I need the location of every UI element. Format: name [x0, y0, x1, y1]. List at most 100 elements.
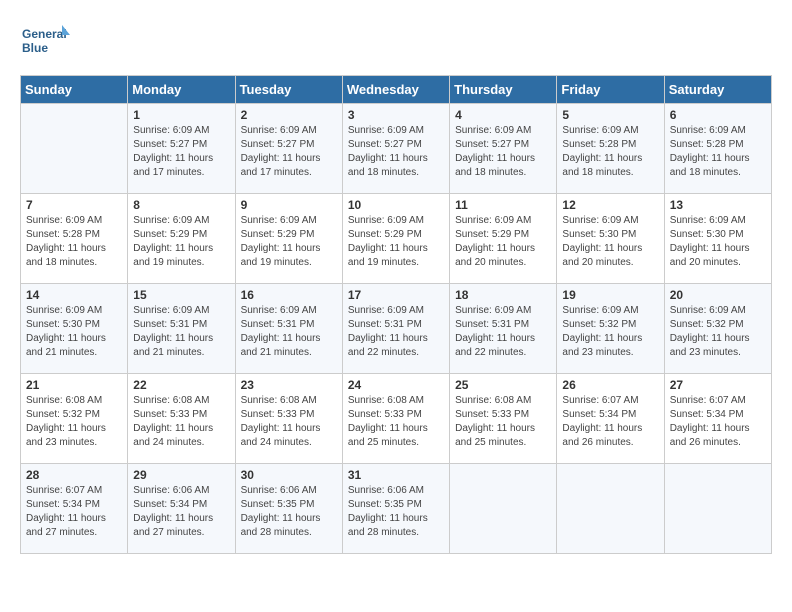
column-header-thursday: Thursday: [450, 76, 557, 104]
day-info: Sunrise: 6:06 AM Sunset: 5:34 PM Dayligh…: [133, 484, 229, 540]
calendar-cell: 30 Sunrise: 6:06 AM Sunset: 5:35 PM Dayli…: [235, 464, 342, 554]
day-number: 8: [133, 198, 229, 212]
day-info: Sunrise: 6:06 AM Sunset: 5:35 PM Dayligh…: [241, 484, 337, 540]
day-info: Sunrise: 6:08 AM Sunset: 5:33 PM Dayligh…: [455, 394, 551, 450]
calendar-cell: 13 Sunrise: 6:09 AM Sunset: 5:30 PM Dayli…: [664, 194, 771, 284]
day-number: 6: [670, 108, 766, 122]
calendar-cell: 24Sunrise: 6:08 AM Sunset: 5:33 PM Dayli…: [342, 374, 449, 464]
calendar-cell: 20 Sunrise: 6:09 AM Sunset: 5:32 PM Dayli…: [664, 284, 771, 374]
calendar-header-row: SundayMondayTuesdayWednesdayThursdayFrid…: [21, 76, 772, 104]
day-info: Sunrise: 6:09 AM Sunset: 5:30 PM Dayligh…: [26, 304, 122, 360]
day-info: Sunrise: 6:09 AM Sunset: 5:29 PM Dayligh…: [133, 214, 229, 270]
column-header-tuesday: Tuesday: [235, 76, 342, 104]
day-number: 22: [133, 378, 229, 392]
day-number: 11: [455, 198, 551, 212]
day-info: Sunrise: 6:09 AM Sunset: 5:27 PM Dayligh…: [241, 124, 337, 180]
day-number: 9: [241, 198, 337, 212]
calendar-week-row: 7 Sunrise: 6:09 AM Sunset: 5:28 PM Daylig…: [21, 194, 772, 284]
calendar-cell: 15 Sunrise: 6:09 AM Sunset: 5:31 PM Dayli…: [128, 284, 235, 374]
column-header-monday: Monday: [128, 76, 235, 104]
day-number: 18: [455, 288, 551, 302]
day-info: Sunrise: 6:09 AM Sunset: 5:27 PM Dayligh…: [133, 124, 229, 180]
svg-text:Blue: Blue: [22, 41, 48, 55]
day-number: 14: [26, 288, 122, 302]
calendar-cell: 12 Sunrise: 6:09 AM Sunset: 5:30 PM Dayli…: [557, 194, 664, 284]
day-number: 16: [241, 288, 337, 302]
calendar-cell: 23 Sunrise: 6:08 AM Sunset: 5:33 PM Dayli…: [235, 374, 342, 464]
column-header-saturday: Saturday: [664, 76, 771, 104]
day-info: Sunrise: 6:09 AM Sunset: 5:31 PM Dayligh…: [348, 304, 444, 360]
calendar-cell: 25 Sunrise: 6:08 AM Sunset: 5:33 PM Dayli…: [450, 374, 557, 464]
day-number: 12: [562, 198, 658, 212]
day-info: Sunrise: 6:09 AM Sunset: 5:30 PM Dayligh…: [562, 214, 658, 270]
day-number: 31: [348, 468, 444, 482]
calendar-cell: 5 Sunrise: 6:09 AM Sunset: 5:28 PM Daylig…: [557, 104, 664, 194]
day-number: 27: [670, 378, 766, 392]
calendar-cell: 11 Sunrise: 6:09 AM Sunset: 5:29 PM Dayli…: [450, 194, 557, 284]
column-header-sunday: Sunday: [21, 76, 128, 104]
day-number: 26: [562, 378, 658, 392]
calendar-week-row: 28 Sunrise: 6:07 AM Sunset: 5:34 PM Dayli…: [21, 464, 772, 554]
day-number: 10: [348, 198, 444, 212]
calendar-cell: 22 Sunrise: 6:08 AM Sunset: 5:33 PM Dayli…: [128, 374, 235, 464]
day-info: Sunrise: 6:09 AM Sunset: 5:27 PM Dayligh…: [455, 124, 551, 180]
calendar-cell: 2 Sunrise: 6:09 AM Sunset: 5:27 PM Daylig…: [235, 104, 342, 194]
day-number: 15: [133, 288, 229, 302]
day-number: 19: [562, 288, 658, 302]
day-info: Sunrise: 6:07 AM Sunset: 5:34 PM Dayligh…: [670, 394, 766, 450]
day-info: Sunrise: 6:09 AM Sunset: 5:28 PM Dayligh…: [670, 124, 766, 180]
day-number: 28: [26, 468, 122, 482]
day-info: Sunrise: 6:09 AM Sunset: 5:29 PM Dayligh…: [455, 214, 551, 270]
day-number: 25: [455, 378, 551, 392]
calendar-cell: 3 Sunrise: 6:09 AM Sunset: 5:27 PM Daylig…: [342, 104, 449, 194]
day-number: 20: [670, 288, 766, 302]
day-number: 13: [670, 198, 766, 212]
day-info: Sunrise: 6:09 AM Sunset: 5:29 PM Dayligh…: [241, 214, 337, 270]
day-info: Sunrise: 6:09 AM Sunset: 5:28 PM Dayligh…: [26, 214, 122, 270]
calendar-cell: 26Sunrise: 6:07 AM Sunset: 5:34 PM Dayli…: [557, 374, 664, 464]
day-info: Sunrise: 6:09 AM Sunset: 5:27 PM Dayligh…: [348, 124, 444, 180]
day-number: 5: [562, 108, 658, 122]
calendar-cell: [21, 104, 128, 194]
calendar-cell: 31Sunrise: 6:06 AM Sunset: 5:35 PM Dayli…: [342, 464, 449, 554]
calendar-cell: 8 Sunrise: 6:09 AM Sunset: 5:29 PM Daylig…: [128, 194, 235, 284]
day-number: 3: [348, 108, 444, 122]
day-info: Sunrise: 6:09 AM Sunset: 5:31 PM Dayligh…: [133, 304, 229, 360]
calendar-cell: [450, 464, 557, 554]
day-number: 23: [241, 378, 337, 392]
calendar-week-row: 1 Sunrise: 6:09 AM Sunset: 5:27 PM Daylig…: [21, 104, 772, 194]
day-info: Sunrise: 6:09 AM Sunset: 5:29 PM Dayligh…: [348, 214, 444, 270]
day-number: 30: [241, 468, 337, 482]
day-number: 2: [241, 108, 337, 122]
logo-svg: General Blue: [20, 20, 70, 65]
day-number: 7: [26, 198, 122, 212]
day-info: Sunrise: 6:09 AM Sunset: 5:32 PM Dayligh…: [670, 304, 766, 360]
calendar-table: SundayMondayTuesdayWednesdayThursdayFrid…: [20, 75, 772, 554]
calendar-cell: 27 Sunrise: 6:07 AM Sunset: 5:34 PM Dayli…: [664, 374, 771, 464]
logo: General Blue: [20, 20, 70, 65]
calendar-cell: 7 Sunrise: 6:09 AM Sunset: 5:28 PM Daylig…: [21, 194, 128, 284]
calendar-cell: 6 Sunrise: 6:09 AM Sunset: 5:28 PM Daylig…: [664, 104, 771, 194]
calendar-cell: 1 Sunrise: 6:09 AM Sunset: 5:27 PM Daylig…: [128, 104, 235, 194]
calendar-cell: [664, 464, 771, 554]
column-header-wednesday: Wednesday: [342, 76, 449, 104]
calendar-cell: 4 Sunrise: 6:09 AM Sunset: 5:27 PM Daylig…: [450, 104, 557, 194]
day-info: Sunrise: 6:09 AM Sunset: 5:30 PM Dayligh…: [670, 214, 766, 270]
day-info: Sunrise: 6:09 AM Sunset: 5:32 PM Dayligh…: [562, 304, 658, 360]
calendar-cell: 10 Sunrise: 6:09 AM Sunset: 5:29 PM Dayli…: [342, 194, 449, 284]
svg-text:General: General: [22, 27, 67, 41]
day-number: 4: [455, 108, 551, 122]
calendar-cell: 18 Sunrise: 6:09 AM Sunset: 5:31 PM Dayli…: [450, 284, 557, 374]
day-number: 1: [133, 108, 229, 122]
calendar-week-row: 21Sunrise: 6:08 AM Sunset: 5:32 PM Dayli…: [21, 374, 772, 464]
calendar-cell: 17Sunrise: 6:09 AM Sunset: 5:31 PM Dayli…: [342, 284, 449, 374]
day-info: Sunrise: 6:08 AM Sunset: 5:33 PM Dayligh…: [133, 394, 229, 450]
calendar-week-row: 14 Sunrise: 6:09 AM Sunset: 5:30 PM Dayli…: [21, 284, 772, 374]
day-info: Sunrise: 6:09 AM Sunset: 5:28 PM Dayligh…: [562, 124, 658, 180]
calendar-cell: 16Sunrise: 6:09 AM Sunset: 5:31 PM Dayli…: [235, 284, 342, 374]
calendar-cell: 14 Sunrise: 6:09 AM Sunset: 5:30 PM Dayli…: [21, 284, 128, 374]
day-info: Sunrise: 6:08 AM Sunset: 5:33 PM Dayligh…: [241, 394, 337, 450]
day-info: Sunrise: 6:08 AM Sunset: 5:33 PM Dayligh…: [348, 394, 444, 450]
day-info: Sunrise: 6:07 AM Sunset: 5:34 PM Dayligh…: [26, 484, 122, 540]
day-info: Sunrise: 6:09 AM Sunset: 5:31 PM Dayligh…: [455, 304, 551, 360]
